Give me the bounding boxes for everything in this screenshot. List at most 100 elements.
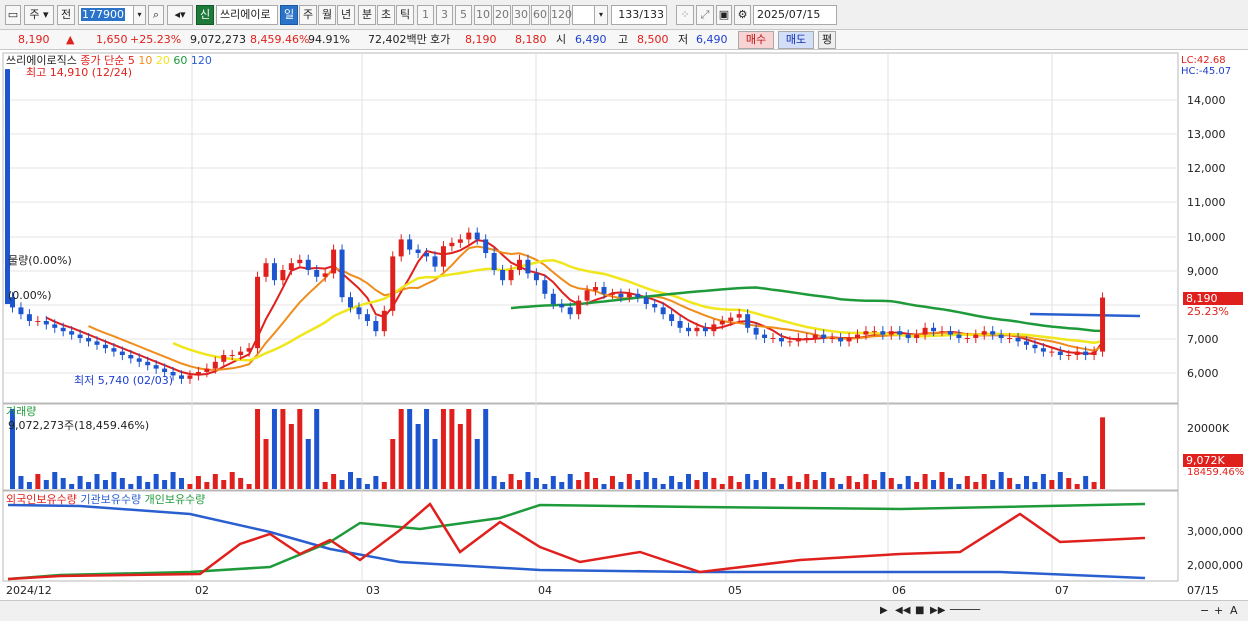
price-chart[interactable] [0,52,1248,621]
candle-body [922,327,928,335]
speaker-icon[interactable]: ◂▾ [167,5,193,25]
volume-bar [440,409,446,489]
nav-stop-icon[interactable]: ■ [915,604,924,617]
candle-body [271,263,277,281]
volume-bar [618,482,624,489]
zoom-icon[interactable]: ⤢ [696,5,714,25]
interval-5[interactable]: 5 [455,5,472,25]
candle-body [778,338,784,342]
y-tick-12000: 12,000 [1187,162,1226,175]
candle-body [618,293,624,298]
avg-button[interactable]: 평 [818,31,836,49]
zoom-in-icon[interactable]: + [1214,604,1223,617]
save-icon[interactable]: ▣ [716,5,732,25]
candle-body [187,375,193,379]
up-arrow-icon: ▲ [66,33,75,46]
auto-scale-icon[interactable]: A [1230,604,1238,617]
market-select[interactable]: 주 ▾ [24,5,54,25]
dots-icon[interactable]: ⁘ [676,5,694,25]
candle-body [905,334,911,338]
nav-rewind-icon[interactable]: ◀◀ [895,604,910,617]
chart-toolbar: ▭ 주 ▾ 전 177900 ▾ ⌕ ◂▾ 신 쓰리에이로 일 주 월 년 분 … [0,0,1248,30]
volume-bar [69,484,75,489]
volume-bar [694,480,700,489]
volume-bar [483,409,489,489]
interval-10[interactable]: 10 [474,5,492,25]
candle-body [1040,348,1046,352]
period-year[interactable]: 년 [337,5,355,25]
volume-bar [1040,474,1046,489]
volume-bar [669,476,675,489]
layout-icon[interactable]: ▭ [5,5,21,25]
nav-prev-icon[interactable]: ▶ [880,604,888,617]
volume-tag-pct: 18459.46% [1187,467,1245,478]
candle-body [897,331,903,335]
count-field[interactable]: 133/133 [611,5,667,25]
buy-button[interactable]: 매수 [738,31,774,49]
volume-bar [1015,484,1021,489]
gear-icon[interactable]: ⚙ [734,5,751,25]
volume-title: 거래량 [6,405,37,418]
period-week[interactable]: 주 [299,5,317,25]
nav-forward-icon[interactable]: ▶▶ [930,604,945,617]
volume-bar [339,480,345,489]
candle-body [795,338,801,342]
y-tick-13000: 13,000 [1187,128,1226,141]
interval-20[interactable]: 20 [493,5,511,25]
period-second[interactable]: 초 [377,5,395,25]
custom-interval-dropdown-icon[interactable]: ▾ [594,5,608,25]
ask-price-1: 8,190 [465,33,497,46]
volume-bar [255,409,261,489]
interval-30[interactable]: 30 [512,5,530,25]
volume-bar [922,474,928,489]
interval-1[interactable]: 1 [417,5,434,25]
candle-body [1074,351,1080,355]
volume-bar [297,409,303,489]
period-tick[interactable]: 틱 [396,5,414,25]
volume-bar [43,480,49,489]
prev-button[interactable]: 전 [57,5,75,25]
volume-bar [1057,472,1063,489]
chart-nav-bar: ▶ ◀◀ ■ ▶▶ ───── − + A [0,600,1248,621]
candle-body [263,263,269,277]
interval-120[interactable]: 120 [550,5,572,25]
candle-body [424,253,430,257]
open-price: 6,490 [575,33,607,46]
period-day[interactable]: 일 [280,5,298,25]
x-label-2024-12: 2024/12 [6,584,52,597]
code-dropdown-icon[interactable]: ▾ [133,5,146,25]
candle-body [669,314,675,321]
volume-bar [407,409,413,489]
period-minute[interactable]: 분 [358,5,376,25]
candle-body [635,293,641,298]
chart-area[interactable]: 쓰리에이로직스 종가 단순 5 10 20 60 120 최고 14,910 (… [0,52,1248,621]
zoom-slider[interactable]: ───── [950,604,980,617]
volume-bar [179,478,184,489]
candle-body [86,338,92,342]
sell-button[interactable]: 매도 [778,31,814,49]
hc-label: HC:-45.07 [1181,66,1232,77]
volume-bar [686,474,691,489]
left-note-2: (0.00%) [8,289,52,302]
open-label: 시 [556,33,567,46]
volume-bar [576,480,582,489]
interval-3[interactable]: 3 [436,5,453,25]
zoom-out-icon[interactable]: − [1200,604,1209,617]
holding-y-tick-2m: 2,000,000 [1187,559,1243,572]
volume-bar [331,474,337,489]
period-month[interactable]: 월 [318,5,336,25]
date-field[interactable]: 2025/07/15 [753,5,837,25]
volume-bar [804,474,810,489]
volume-bar [584,472,590,489]
volume-bar [812,480,818,489]
candle-body [829,338,835,339]
volume-bar [846,476,852,489]
volume-bar [356,478,362,489]
volume-bar [364,484,370,489]
legend-individual: 개인보유수량 [144,493,206,506]
interval-60[interactable]: 60 [531,5,549,25]
candle-body [288,263,294,270]
volume-bar [1074,484,1080,489]
candle-body [381,310,387,332]
search-icon[interactable]: ⌕ [148,5,164,25]
